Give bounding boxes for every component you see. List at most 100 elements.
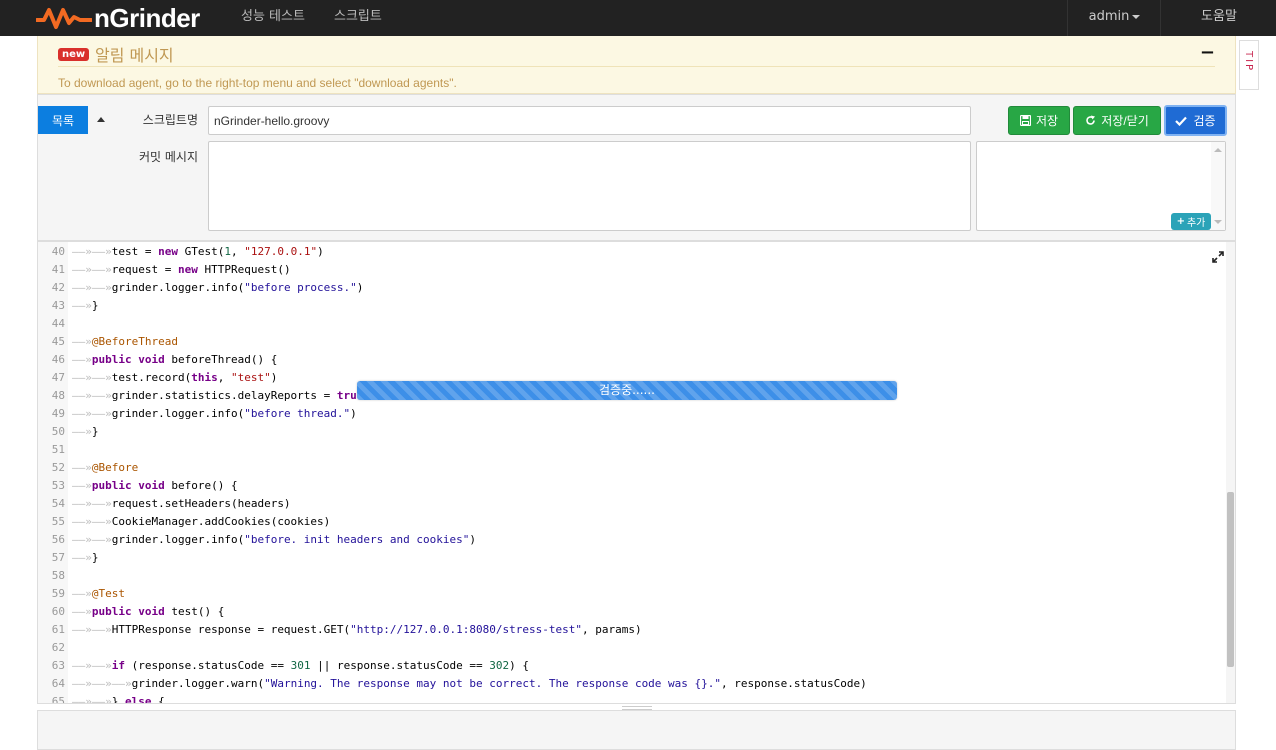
code-line[interactable]: 45 ——»@BeforeThread bbox=[38, 333, 1228, 351]
code-text: ——»——»test = new GTest(1, "127.0.0.1") bbox=[72, 243, 324, 261]
code-line[interactable]: 64 ——»——»——»grinder.logger.warn("Warning.… bbox=[38, 675, 1228, 693]
line-number: 48 bbox=[51, 389, 65, 402]
code-line[interactable]: 40 ——»——»test = new GTest(1, "127.0.0.1") bbox=[38, 243, 1228, 261]
user-menu[interactable]: admin bbox=[1067, 0, 1161, 36]
list-button[interactable]: 목록 bbox=[38, 106, 88, 134]
code-line[interactable]: 50 ——»} bbox=[38, 423, 1228, 441]
code-line[interactable]: 56 ——»——»grinder.logger.info("before. ini… bbox=[38, 531, 1228, 549]
tab-marker-icon: ——» bbox=[72, 623, 92, 636]
code-text: ——»@Before bbox=[72, 459, 138, 477]
line-number: 57 bbox=[51, 551, 65, 564]
code-line[interactable]: 58 bbox=[38, 567, 1228, 585]
code-token: request.setHeaders(headers) bbox=[111, 497, 291, 510]
save-close-button[interactable]: 저장/닫기 bbox=[1073, 106, 1161, 135]
tab-marker-icon: ——» bbox=[91, 281, 112, 294]
tab-marker-icon: ——» bbox=[72, 245, 92, 258]
scroll-down-icon[interactable] bbox=[1214, 220, 1222, 224]
commit-message-textarea[interactable] bbox=[208, 141, 971, 231]
code-token: public bbox=[91, 605, 132, 618]
tab-marker-icon: ——» bbox=[91, 497, 112, 510]
code-token: } bbox=[91, 299, 99, 312]
editor-scrollbar-thumb[interactable] bbox=[1227, 492, 1234, 667]
code-token: "before process." bbox=[244, 281, 357, 294]
code-token: test = bbox=[111, 245, 159, 258]
code-token: , bbox=[217, 371, 231, 384]
line-number: 49 bbox=[51, 407, 65, 420]
tab-marker-icon: ——» bbox=[72, 353, 92, 366]
code-line[interactable]: 52 ——»@Before bbox=[38, 459, 1228, 477]
tip-tab[interactable]: TIP bbox=[1239, 40, 1259, 90]
ngrinder-logo[interactable]: nGrinder bbox=[36, 2, 200, 33]
code-text: ——»@BeforeThread bbox=[72, 333, 178, 351]
script-name-input[interactable] bbox=[208, 106, 971, 135]
code-token: , bbox=[230, 245, 245, 258]
code-line[interactable]: 59 ——»@Test bbox=[38, 585, 1228, 603]
code-editor[interactable]: 40 ——»——»test = new GTest(1, "127.0.0.1")… bbox=[37, 241, 1236, 704]
tab-marker-icon: ——» bbox=[91, 659, 112, 672]
code-token: "test" bbox=[230, 371, 271, 384]
caret-down-icon bbox=[1132, 14, 1141, 19]
code-line[interactable]: 53 ——»public void before() { bbox=[38, 477, 1228, 495]
line-number: 58 bbox=[51, 569, 65, 582]
code-token: void bbox=[138, 479, 165, 492]
code-token: } bbox=[91, 425, 99, 438]
floppy-disk-icon bbox=[1019, 115, 1031, 126]
code-token: 301 bbox=[290, 659, 311, 672]
save-close-button-label: 저장/닫기 bbox=[1101, 114, 1149, 128]
code-line[interactable]: 60 ——»public void test() { bbox=[38, 603, 1228, 621]
code-token: grinder.logger.info( bbox=[111, 407, 245, 420]
code-token: @Test bbox=[91, 587, 125, 600]
list-scrollbar[interactable] bbox=[1211, 142, 1225, 230]
code-line[interactable]: 55 ——»——»CookieManager.addCookies(cookies… bbox=[38, 513, 1228, 531]
add-host-button[interactable]: + 추가 bbox=[1171, 213, 1211, 230]
scroll-up-icon[interactable] bbox=[1214, 148, 1222, 152]
nav-script[interactable]: 스크립트 bbox=[334, 0, 382, 36]
line-number: 44 bbox=[51, 317, 65, 330]
code-line[interactable]: 65 ——»——»} else { bbox=[38, 693, 1228, 704]
code-line[interactable]: 57 ——»} bbox=[38, 549, 1228, 567]
refresh-icon bbox=[1086, 115, 1096, 125]
code-line[interactable]: 51 bbox=[38, 441, 1228, 459]
code-token: grinder.statistics.delayReports = bbox=[111, 389, 337, 402]
tab-marker-icon: ——» bbox=[72, 299, 92, 312]
user-name: admin bbox=[1088, 9, 1130, 24]
code-text: ——»public void beforeThread() { bbox=[72, 351, 277, 369]
validate-button[interactable]: 검증 bbox=[1164, 105, 1227, 136]
code-line[interactable]: 42 ——»——»grinder.logger.info("before proc… bbox=[38, 279, 1228, 297]
tab-marker-icon: ——» bbox=[91, 371, 112, 384]
tab-marker-icon: ——» bbox=[72, 371, 92, 384]
code-token: @BeforeThread bbox=[91, 335, 178, 348]
code-line[interactable]: 54 ——»——»request.setHeaders(headers) bbox=[38, 495, 1228, 513]
target-host-list[interactable]: + 추가 bbox=[976, 141, 1226, 231]
help-menu[interactable]: 도움말 bbox=[1160, 0, 1276, 36]
fullscreen-expand-icon[interactable] bbox=[1211, 250, 1225, 264]
tab-marker-icon: ——» bbox=[72, 587, 92, 600]
code-line[interactable]: 61 ——»——»HTTPResponse response = request.… bbox=[38, 621, 1228, 639]
logo-text: nGrinder bbox=[94, 2, 200, 33]
code-line[interactable]: 49 ——»——»grinder.logger.info("before thre… bbox=[38, 405, 1228, 423]
code-token: void bbox=[138, 605, 165, 618]
editor-scrollbar[interactable] bbox=[1226, 242, 1235, 703]
line-number: 55 bbox=[51, 515, 65, 528]
tab-marker-icon: ——» bbox=[72, 695, 92, 704]
script-name-label: 스크립트명 bbox=[142, 113, 198, 127]
code-line[interactable]: 41 ——»——»request = new HTTPRequest() bbox=[38, 261, 1228, 279]
code-line[interactable]: 46 ——»public void beforeThread() { bbox=[38, 351, 1228, 369]
collapse-caret-icon[interactable] bbox=[97, 117, 105, 122]
code-text: ——»——»test.record(this, "test") bbox=[72, 369, 277, 387]
line-number: 41 bbox=[51, 263, 65, 276]
code-line[interactable]: 62 bbox=[38, 639, 1228, 657]
tab-marker-icon: ——» bbox=[91, 515, 112, 528]
code-text: ——»——»HTTPResponse response = request.GE… bbox=[72, 621, 642, 639]
code-line[interactable]: 63 ——»——»if (response.statusCode == 301 |… bbox=[38, 657, 1228, 675]
minimize-icon[interactable]: − bbox=[1200, 42, 1215, 63]
code-line[interactable]: 43 ——»} bbox=[38, 297, 1228, 315]
code-token: this bbox=[191, 371, 218, 384]
save-button[interactable]: 저장 bbox=[1008, 106, 1070, 135]
code-line[interactable]: 44 bbox=[38, 315, 1228, 333]
tab-marker-icon: ——» bbox=[72, 659, 92, 672]
code-token: "http://127.0.0.1:8080/stress-test" bbox=[350, 623, 582, 636]
code-text: ——»——»CookieManager.addCookies(cookies) bbox=[72, 513, 330, 531]
nav-performance-test[interactable]: 성능 테스트 bbox=[241, 0, 305, 36]
tab-marker-icon: ——» bbox=[72, 533, 92, 546]
